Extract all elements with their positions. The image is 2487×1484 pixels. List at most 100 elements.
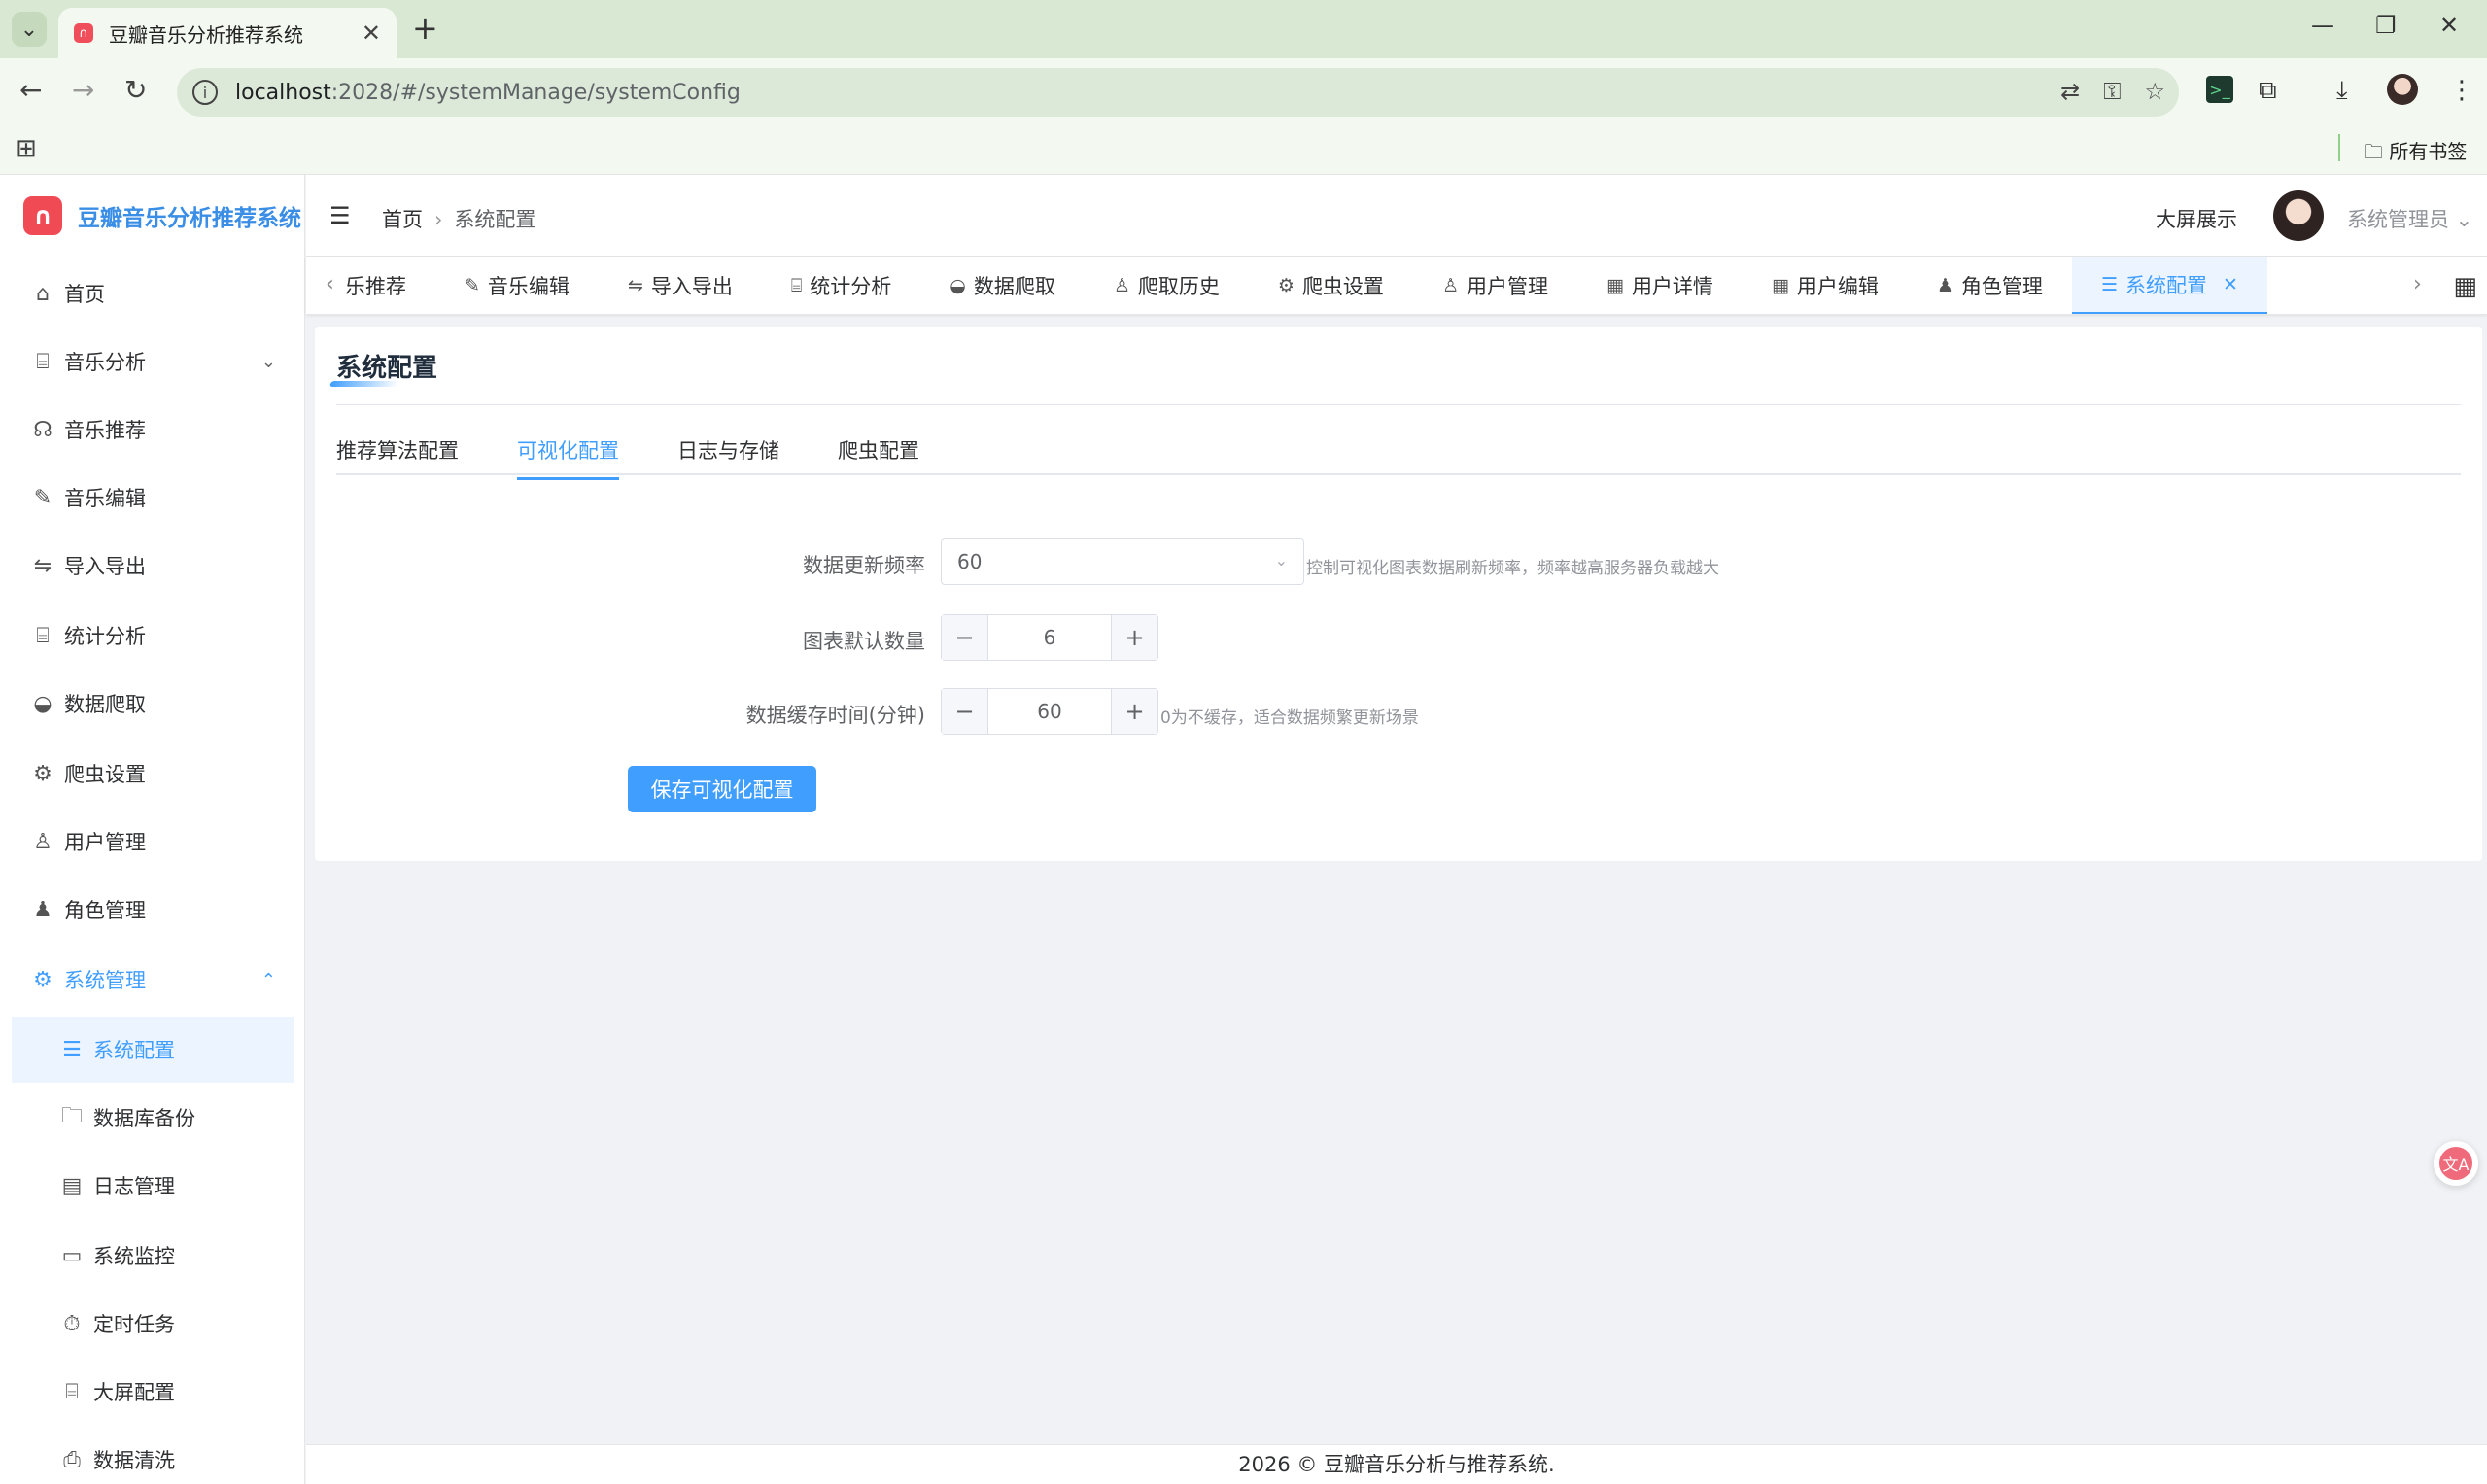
apps-grid-icon[interactable]: ⊞ [16, 134, 37, 163]
decrement-button[interactable]: − [942, 689, 988, 734]
tag-roles[interactable]: ♟ 角色管理 [1908, 257, 2072, 314]
sidebar-item-scheduled-tasks[interactable]: ⏱ 定时任务 [12, 1291, 294, 1357]
footer: 2026 © 豆瓣音乐分析与推荐系统. [306, 1444, 2487, 1484]
new-tab-icon[interactable]: + [412, 10, 438, 47]
address-bar[interactable]: i localhost:2028/#/systemManage/systemCo… [177, 68, 2179, 117]
folder-icon: 🗀 [60, 1104, 83, 1128]
tags-scroll-right-icon[interactable]: › [2407, 272, 2428, 296]
restore-icon[interactable]: ❐ [2375, 12, 2397, 39]
browser-tab[interactable]: ∩ 豆瓣音乐分析推荐系统 ✕ [58, 8, 397, 58]
tag-music-edit[interactable]: ✎ 音乐编辑 [435, 257, 599, 314]
user-icon: ♙ [1113, 275, 1130, 296]
tag-user-edit[interactable]: ▦ 用户编辑 [1743, 257, 1908, 314]
download-icon[interactable]: ⤓ [2336, 76, 2348, 106]
menu-dots-icon[interactable]: ⋮ [2449, 76, 2474, 105]
app-logo[interactable]: ∩ 豆瓣音乐分析推荐系统 [23, 196, 301, 235]
tabs-underline [336, 473, 2461, 475]
floating-translate-button[interactable]: 文A [2434, 1141, 2478, 1186]
bowl-icon: ◒ [950, 275, 966, 296]
chart-board-icon: ⌸ [65, 1379, 79, 1404]
reload-icon[interactable]: ↻ [124, 74, 147, 106]
tag-label: 乐推荐 [345, 275, 406, 298]
tag-crawl-history[interactable]: ♙ 爬取历史 [1085, 257, 1249, 314]
url-text: localhost:2028/#/systemManage/systemConf… [235, 81, 741, 105]
tab-crawler[interactable]: 爬虫配置 [838, 435, 919, 474]
form-row-refresh: 数据更新频率 60 ⌄ 控制可视化图表数据刷新频率，频率越高服务器负载越大 [336, 538, 2461, 587]
bookmarks-separator [2338, 134, 2340, 161]
site-info-icon[interactable]: i [192, 80, 218, 105]
tags-view: ‹ 乐推荐 ✎ 音乐编辑 ⇋ 导入导出 ⌸ 统计分析 ◒ 数据爬取 ♙ 爬取历史 ⚙ 爬虫设… [306, 257, 2487, 315]
save-visualization-button[interactable]: 保存可视化配置 [628, 766, 816, 812]
chart-count-input[interactable]: 6 [988, 615, 1111, 660]
headphones-logo-icon: ∩ [23, 196, 62, 235]
close-tab-icon[interactable]: ✕ [362, 19, 381, 47]
cache-time-input[interactable]: 60 [988, 689, 1111, 734]
translate-icon[interactable]: ⇄ [2060, 78, 2080, 105]
sidebar-item-logs[interactable]: ▤ 日志管理 [12, 1153, 294, 1219]
chevron-down-icon: ⌄ [1274, 551, 1288, 569]
tag-user-detail[interactable]: ▦ 用户详情 [1577, 257, 1743, 314]
tag-users[interactable]: ♙ 用户管理 [1413, 257, 1577, 314]
sidebar-item-crawler-settings[interactable]: ⚙ 爬虫设置 [12, 741, 294, 807]
sidebar-item-music-edit[interactable]: ✎ 音乐编辑 [12, 465, 294, 531]
user-menu[interactable]: 系统管理员 ⌄ [2347, 204, 2472, 233]
sidebar-item-crawl[interactable]: ◒ 数据爬取 [12, 671, 294, 737]
decrement-button[interactable]: − [942, 615, 988, 660]
close-tag-icon[interactable]: ✕ [2223, 274, 2238, 295]
all-bookmarks-label: 所有书签 [2389, 140, 2468, 163]
collapse-menu-icon[interactable]: ☰ [329, 202, 351, 229]
chart-board-icon: ⌸ [36, 349, 50, 374]
sidebar-item-data-cleaning[interactable]: ⎙ 数据清洗 [12, 1427, 294, 1484]
sidebar-item-home[interactable]: ⌂ 首页 [12, 260, 294, 327]
sidebar-item-import-export[interactable]: ⇋ 导入导出 [12, 533, 294, 599]
close-window-icon[interactable]: ✕ [2439, 12, 2459, 39]
increment-button[interactable]: + [1111, 615, 1157, 660]
sidebar-item-statistics[interactable]: ⌸ 统计分析 [12, 603, 294, 669]
tag-crawl[interactable]: ◒ 数据爬取 [920, 257, 1085, 314]
big-screen-link[interactable]: 大屏展示 [2156, 204, 2237, 233]
puzzle-extension-icon[interactable]: ⧉ [2259, 76, 2277, 106]
sidebar-item-bigscreen-config[interactable]: ⌸ 大屏配置 [12, 1359, 294, 1425]
back-icon[interactable]: ← [19, 74, 42, 106]
terminal-extension-icon[interactable]: >_ [2206, 76, 2233, 103]
tags-scroll-left-icon[interactable]: ‹ [326, 272, 334, 296]
tab-search-icon[interactable]: ⌄ [12, 12, 47, 47]
tab-visualization[interactable]: 可视化配置 [517, 435, 619, 480]
sidebar-item-users[interactable]: ♙ 用户管理 [12, 809, 294, 875]
forward-icon[interactable]: → [72, 74, 94, 106]
home-icon: ⌂ [36, 281, 50, 306]
tags-menu-grid-icon[interactable]: ▦ [2453, 272, 2477, 301]
monitor-icon: ▭ [61, 1243, 83, 1268]
tag-system-config[interactable]: ☰ 系统配置 ✕ [2071, 257, 2267, 314]
minimize-icon[interactable]: — [2311, 12, 2334, 39]
breadcrumb-home[interactable]: 首页 [382, 208, 423, 231]
refresh-label: 数据更新频率 [803, 554, 925, 577]
user-avatar[interactable] [2273, 190, 2324, 241]
title-underline [328, 381, 400, 387]
tab-recommend-algorithm[interactable]: 推荐算法配置 [336, 435, 459, 474]
chevron-down-icon: ⌄ [260, 351, 276, 372]
tag-statistics[interactable]: ⌸ 统计分析 [762, 257, 920, 314]
favicon-icon: ∩ [74, 23, 93, 43]
tag-crawler-settings[interactable]: ⚙ 爬虫设置 [1249, 257, 1413, 314]
sidebar-item-music-recommend[interactable]: ☊ 音乐推荐 [12, 397, 294, 463]
profile-avatar[interactable] [2387, 74, 2418, 105]
tag-music-recommend[interactable]: 乐推荐 [345, 257, 435, 314]
sidebar-item-monitor[interactable]: ▭ 系统监控 [12, 1223, 294, 1289]
sidebar-item-db-backup[interactable]: 🗀 数据库备份 [12, 1085, 294, 1151]
grid-icon: ▦ [1606, 275, 1624, 296]
key-icon[interactable]: ⚿ [2103, 78, 2121, 105]
all-bookmarks[interactable]: 🗀 所有书签 [2364, 136, 2467, 171]
sidebar-item-roles[interactable]: ♟ 角色管理 [12, 877, 294, 943]
refresh-frequency-select[interactable]: 60 ⌄ [941, 538, 1304, 585]
sidebar-item-system-config[interactable]: ☰ 系统配置 [12, 1017, 294, 1083]
card-divider [336, 404, 2461, 405]
folder-icon: 🗀 [2364, 140, 2390, 163]
sidebar-item-music-analysis[interactable]: ⌸ 音乐分析 ⌄ [12, 328, 294, 395]
tab-log-storage[interactable]: 日志与存储 [677, 435, 779, 474]
sidebar-item-system-manage[interactable]: ⚙ 系统管理 ⌃ [12, 947, 294, 1013]
star-icon[interactable]: ☆ [2144, 78, 2165, 105]
tag-label: 用户编辑 [1796, 275, 1879, 298]
increment-button[interactable]: + [1111, 689, 1157, 734]
tag-import-export[interactable]: ⇋ 导入导出 [599, 257, 762, 314]
